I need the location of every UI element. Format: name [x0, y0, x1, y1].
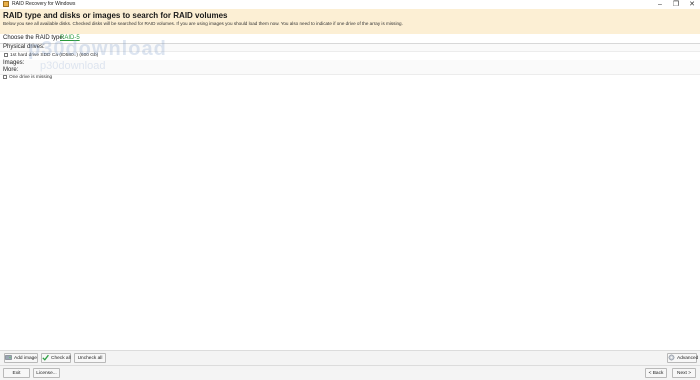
action-toolbar: Add image Check all Uncheck all Advanced [0, 350, 700, 365]
maximize-button[interactable]: ❐ [668, 0, 684, 9]
checkmark-icon [42, 354, 49, 362]
watermark-sub: p30download [40, 60, 106, 72]
drive-label: 1st hard drive SDD Ca (ID580..) (600 Gb) [10, 53, 99, 58]
exit-button[interactable]: Exit [3, 368, 30, 378]
window-title: RAID Recovery for Windows [12, 1, 76, 7]
uncheck-all-label: Uncheck all [77, 356, 103, 361]
more-label: More: [3, 67, 19, 73]
raid-type-label: Choose the RAID type: [3, 35, 65, 41]
add-image-button[interactable]: Add image [4, 353, 38, 363]
advanced-button[interactable]: Advanced [667, 353, 699, 363]
gear-icon [668, 354, 675, 361]
add-image-label: Add image [14, 356, 37, 361]
raid-type-row: Choose the RAID type: RAID-5 [0, 34, 700, 44]
check-all-label: Check all [51, 356, 71, 361]
next-button[interactable]: Next > [672, 368, 696, 378]
drive-checkbox[interactable] [4, 53, 8, 57]
disk-add-icon [5, 354, 12, 361]
minimize-button[interactable]: – [652, 0, 668, 9]
one-drive-missing-row[interactable]: One drive is missing [0, 74, 700, 81]
license-button[interactable]: License... [33, 368, 60, 378]
physical-drives-label: Physical drives: [3, 44, 45, 50]
raid-type-link[interactable]: RAID-5 [60, 35, 80, 41]
uncheck-all-button[interactable]: Uncheck all [74, 353, 106, 363]
page-title: RAID type and disks or images to search … [3, 11, 228, 20]
one-drive-missing-label: One drive is missing [9, 75, 53, 80]
page-description: Below you see all available disks. Check… [3, 21, 403, 26]
images-label: Images: [3, 60, 25, 66]
check-all-button[interactable]: Check all [41, 353, 71, 363]
wizard-header: RAID type and disks or images to search … [0, 9, 700, 35]
title-bar: RAID Recovery for Windows – ❐ ✕ [0, 0, 700, 9]
close-button[interactable]: ✕ [684, 0, 700, 9]
app-icon [3, 1, 9, 7]
wizard-footer: Exit License... < Back Next > [0, 365, 700, 380]
list-item[interactable]: 1st hard drive SDD Ca (ID580..) (600 Gb) [0, 52, 700, 59]
back-button[interactable]: < Back [645, 368, 667, 378]
one-drive-missing-checkbox[interactable] [3, 75, 7, 79]
advanced-label: Advanced [677, 356, 699, 361]
physical-drives-header: Physical drives: [0, 44, 700, 52]
